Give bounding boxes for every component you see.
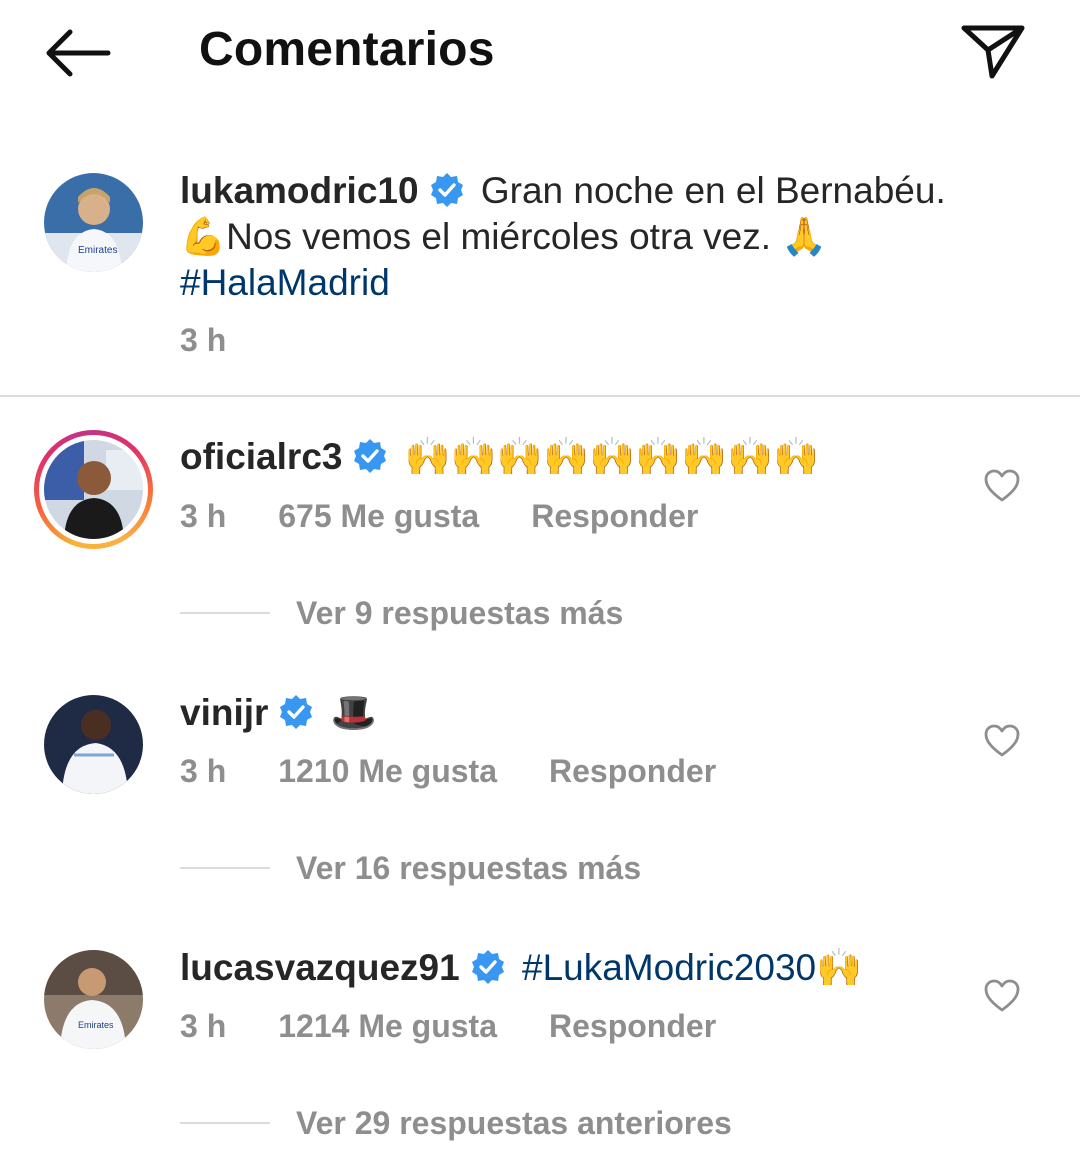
svg-text:Emirates: Emirates bbox=[78, 245, 117, 256]
folded-hands-icon: 🙏 bbox=[781, 215, 828, 258]
heart-icon[interactable] bbox=[984, 469, 1020, 503]
hashtag-link[interactable]: #HalaMadrid bbox=[180, 262, 390, 303]
view-replies-label: Ver 9 respuestas más bbox=[296, 595, 624, 631]
comment-meta: 3 h 675 Me gusta Responder bbox=[180, 498, 750, 535]
caption-line-2: 💪Nos vemos el miércoles otra vez. 🙏 bbox=[180, 214, 827, 260]
view-replies-button[interactable]: Ver 29 respuestas anteriores bbox=[180, 1105, 732, 1142]
caption-meta: 3 h bbox=[180, 322, 278, 359]
share-button[interactable] bbox=[958, 20, 1028, 82]
caption-line-3: #HalaMadrid bbox=[180, 260, 390, 306]
caption-line-1: lukamodric10 Gran noche en el Bernabéu. bbox=[180, 168, 946, 214]
verified-badge-icon bbox=[471, 950, 504, 984]
timestamp: 3 h bbox=[180, 753, 227, 789]
verified-badge-icon bbox=[430, 173, 463, 207]
likes-count[interactable]: 1214 Me gusta bbox=[278, 1008, 497, 1044]
hashtag-link[interactable]: #LukaModric2030 bbox=[522, 947, 816, 988]
avatar[interactable] bbox=[44, 695, 143, 794]
timestamp: 3 h bbox=[180, 1008, 227, 1044]
verified-badge-icon bbox=[354, 439, 387, 473]
raising-hands-icon: 🙌 bbox=[816, 946, 863, 989]
timestamp: 3 h bbox=[180, 498, 227, 534]
username[interactable]: lucasvazquez91 bbox=[180, 947, 460, 988]
replies-line bbox=[180, 612, 270, 614]
heart-icon[interactable] bbox=[984, 979, 1020, 1013]
view-replies-button[interactable]: Ver 16 respuestas más bbox=[180, 850, 641, 887]
avatar bbox=[44, 440, 143, 539]
comment-meta: 3 h 1210 Me gusta Responder bbox=[180, 753, 768, 790]
username[interactable]: lukamodric10 bbox=[180, 170, 419, 211]
paper-plane-icon bbox=[961, 25, 1025, 79]
likes-count[interactable]: 675 Me gusta bbox=[278, 498, 479, 534]
verified-badge-icon bbox=[280, 695, 313, 729]
view-replies-label: Ver 29 respuestas anteriores bbox=[296, 1105, 732, 1141]
heart-icon[interactable] bbox=[984, 724, 1020, 758]
replies-line bbox=[180, 867, 270, 869]
header-bar: Comentarios bbox=[0, 0, 1080, 110]
page-title: Comentarios bbox=[199, 23, 495, 76]
svg-text:Emirates: Emirates bbox=[78, 1020, 114, 1030]
comment-line: oficialrc3 🙌🙌🙌🙌🙌🙌🙌🙌🙌 bbox=[180, 434, 819, 480]
comment-meta: 3 h 1214 Me gusta Responder bbox=[180, 1008, 768, 1045]
story-ring[interactable] bbox=[34, 430, 153, 549]
top-hat-icon: 🎩 bbox=[330, 691, 377, 734]
comment-line: vinijr 🎩 bbox=[180, 690, 377, 736]
replies-line bbox=[180, 1122, 270, 1124]
username[interactable]: oficialrc3 bbox=[180, 436, 342, 477]
comment-line: lucasvazquez91 #LukaModric2030🙌 bbox=[180, 945, 862, 991]
flexed-biceps-icon: 💪 bbox=[180, 215, 227, 258]
reply-button[interactable]: Responder bbox=[531, 498, 698, 534]
caption-text: Gran noche en el Bernabéu. bbox=[480, 170, 946, 211]
username[interactable]: vinijr bbox=[180, 692, 268, 733]
avatar[interactable]: Emirates bbox=[44, 950, 143, 1049]
timestamp: 3 h bbox=[180, 322, 227, 358]
view-replies-button[interactable]: Ver 9 respuestas más bbox=[180, 595, 623, 632]
arrow-left-icon bbox=[46, 29, 111, 77]
back-button[interactable] bbox=[40, 22, 114, 82]
avatar[interactable]: Emirates bbox=[44, 173, 143, 272]
raising-hands-icon: 🙌🙌🙌🙌🙌🙌🙌🙌🙌 bbox=[404, 435, 820, 478]
likes-count[interactable]: 1210 Me gusta bbox=[278, 753, 497, 789]
divider bbox=[0, 395, 1080, 397]
caption-text-2: Nos vemos el miércoles otra vez. bbox=[226, 216, 782, 257]
reply-button[interactable]: Responder bbox=[549, 1008, 716, 1044]
view-replies-label: Ver 16 respuestas más bbox=[296, 850, 642, 886]
reply-button[interactable]: Responder bbox=[549, 753, 716, 789]
